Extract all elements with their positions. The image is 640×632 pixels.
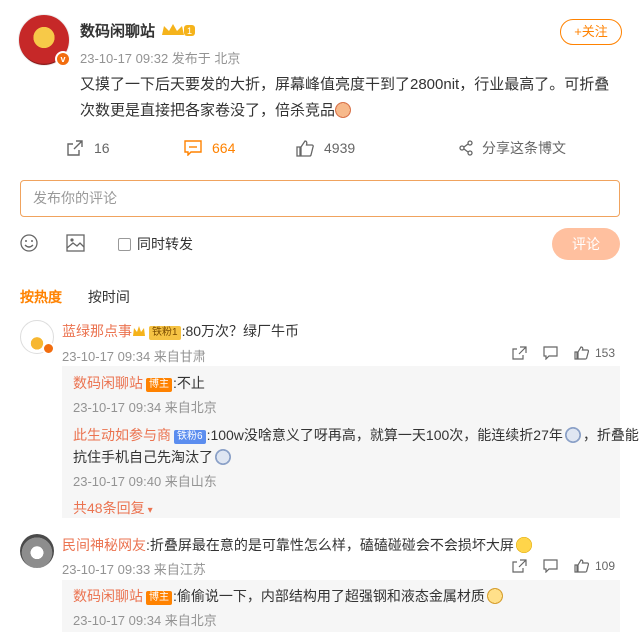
tab-sort-hot[interactable]: 按热度 xyxy=(20,287,62,307)
comment-avatar[interactable] xyxy=(20,320,55,355)
tab-sort-time[interactable]: 按时间 xyxy=(88,287,130,307)
reply-meta: 23-10-17 09:34 来自北京 xyxy=(73,613,217,628)
reply-meta: 23-10-17 09:40 来自山东 xyxy=(73,474,217,489)
composer-toolbar: 同时转发 评论 xyxy=(0,228,640,260)
comment-text: 民间神秘网友:折叠屏最在意的是可靠性怎么样，磕磕碰碰会不会损坏大屏 xyxy=(62,535,532,555)
comment-username[interactable]: 民间神秘网友 xyxy=(62,537,146,553)
repost-icon[interactable] xyxy=(512,346,527,360)
comment-meta: 23-10-17 09:33 来自江苏 xyxy=(62,562,206,577)
comment-username[interactable]: 蓝绿那点事 xyxy=(62,323,132,339)
repost-icon xyxy=(67,140,83,156)
sly-emoji-icon xyxy=(335,102,352,118)
follow-button[interactable]: +关注 xyxy=(560,19,622,45)
fan-badge: 铁粉1 xyxy=(149,326,181,340)
author-name[interactable]: 数码闲聊站 xyxy=(80,20,155,41)
comment-button[interactable]: 664 xyxy=(184,136,235,160)
comment-actions: 109 xyxy=(496,559,615,573)
post-meta: 23-10-17 09:32 发布于 北京 xyxy=(80,51,241,66)
thumbs-up-icon[interactable] xyxy=(574,559,589,573)
more-replies-link[interactable]: 共48条回复 ▾ xyxy=(73,498,153,518)
reply-username[interactable]: 数码闲聊站 xyxy=(73,375,143,391)
repost-button[interactable]: 16 xyxy=(66,136,110,160)
svg-text:1: 1 xyxy=(187,26,192,36)
author-avatar[interactable]: v xyxy=(18,14,71,67)
share-icon xyxy=(459,140,473,156)
reply-text: 数码闲聊站 博主:偷偷说一下，内部结构用了超强钢和液态金属材质 xyxy=(73,586,503,606)
chevron-down-icon: ▾ xyxy=(147,505,153,516)
image-upload-icon[interactable] xyxy=(66,234,85,252)
submit-comment-button[interactable]: 评论 xyxy=(552,228,620,260)
comment-avatar[interactable] xyxy=(20,534,54,568)
reply-username[interactable]: 此生动如参与商 xyxy=(73,427,171,443)
reply-text: 数码闲聊站 博主:不止 xyxy=(73,375,205,392)
sort-tabs: 按热度 按时间 xyxy=(20,287,152,307)
comment-icon xyxy=(184,140,202,156)
host-badge: 博主 xyxy=(146,378,172,392)
comment-icon[interactable] xyxy=(543,559,558,573)
host-badge: 博主 xyxy=(146,591,172,605)
verified-badge-icon xyxy=(42,342,55,355)
cat-emoji-icon xyxy=(486,588,503,604)
share-button[interactable]: 分享这条博文 xyxy=(458,136,566,160)
comment-input[interactable]: 发布你的评论 xyxy=(20,180,620,217)
reply-text: 此生动如参与商 铁粉6:100w没啥意义了呀再高，就算一天100次，能连续折27年… xyxy=(73,427,639,444)
like-button[interactable]: 4939 xyxy=(296,136,355,160)
reply-username[interactable]: 数码闲聊站 xyxy=(73,588,143,604)
post-action-bar: 16 664 4939 分享这条博文 xyxy=(0,136,640,160)
like-count: 109 xyxy=(595,559,616,573)
comment-meta: 23-10-17 09:34 来自甘肃 xyxy=(62,349,206,364)
sweat-emoji-icon xyxy=(215,449,231,465)
repost-checkbox[interactable]: 同时转发 xyxy=(118,234,193,254)
reply-text-continued: 抗住手机自己先淘汰了 xyxy=(73,447,231,467)
post-text: 又摸了一下后天要发的大折，屏幕峰值亮度干到了2800nit，行业最高了。可折叠次… xyxy=(80,76,610,119)
comment-actions: 153 xyxy=(496,346,615,360)
thumbs-up-icon xyxy=(296,139,314,157)
checkbox-icon[interactable] xyxy=(118,237,131,251)
crown-level-icon: 1 xyxy=(162,24,195,36)
emoji-picker-icon[interactable] xyxy=(20,234,38,252)
repost-icon[interactable] xyxy=(512,559,527,573)
like-count: 153 xyxy=(595,346,616,360)
fan-badge: 铁粉6 xyxy=(174,430,206,444)
grin-emoji-icon xyxy=(515,537,532,553)
crown-level-icon xyxy=(133,326,145,336)
comment-text: 蓝绿那点事 铁粉1:80万次？绿厂牛币 xyxy=(62,323,300,340)
sweat-emoji-icon xyxy=(564,427,581,443)
reply-meta: 23-10-17 09:34 来自北京 xyxy=(73,400,217,415)
thumbs-up-icon[interactable] xyxy=(574,346,589,360)
verified-badge-icon: v xyxy=(55,51,71,67)
comment-icon[interactable] xyxy=(543,346,558,360)
